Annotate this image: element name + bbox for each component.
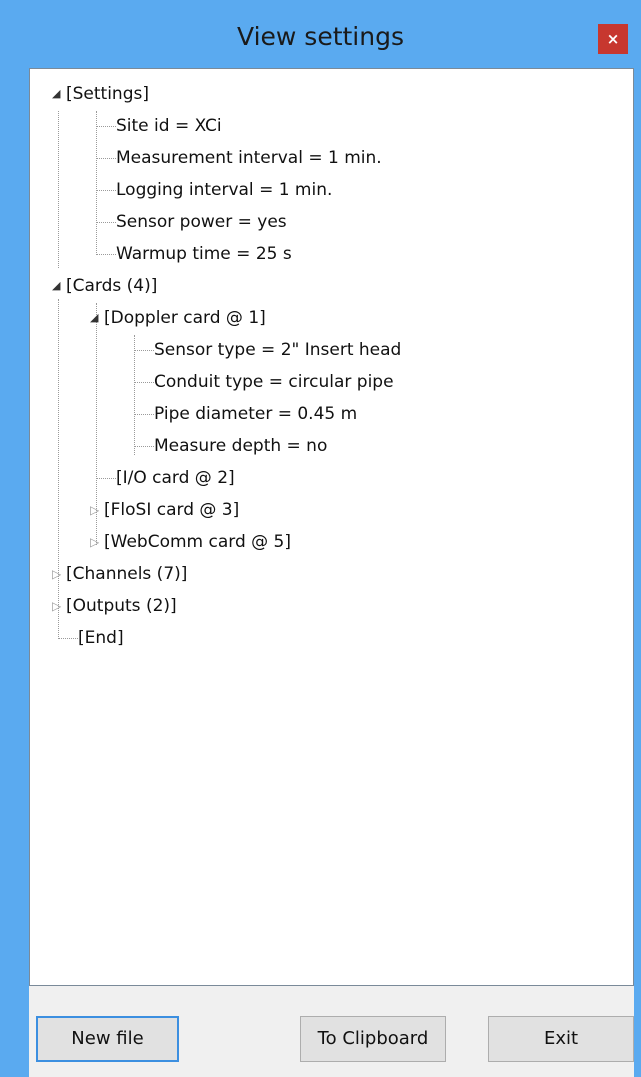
tree-branch: [96, 254, 116, 255]
tree-node-end[interactable]: [End]: [78, 622, 124, 654]
tree-branch: [134, 414, 154, 415]
tree-branch: [134, 382, 154, 383]
tree-line-settings: [58, 111, 59, 268]
tree-leaf[interactable]: Sensor type = 2" Insert head: [154, 334, 401, 366]
tree-leaf[interactable]: Warmup time = 25 s: [116, 238, 292, 270]
tree-branch: [96, 158, 116, 159]
tree-leaf[interactable]: Pipe diameter = 0.45 m: [154, 398, 357, 430]
tree-branch: [134, 350, 154, 351]
tree-node-label: [Channels (7)]: [66, 564, 188, 584]
tree-node-doppler-card[interactable]: [Doppler card @ 1]: [104, 302, 266, 334]
tree-branch: [96, 222, 116, 223]
tree-node-label: [Settings]: [66, 84, 149, 104]
title-bar[interactable]: View settings ×: [0, 0, 641, 68]
tree-leaf-label: Sensor power = yes: [116, 212, 287, 232]
tree-branch: [134, 446, 154, 447]
window-title: View settings: [237, 22, 404, 51]
tree-node-settings[interactable]: [Settings]: [66, 78, 149, 110]
tree-leaf-label: Sensor type = 2" Insert head: [154, 340, 402, 360]
tree-node-label: [Outputs (2)]: [66, 596, 177, 616]
tree-node-cards[interactable]: [Cards (4)]: [66, 270, 157, 302]
tree-line-doppler-children: [134, 335, 135, 455]
tree-leaf-label: Measure depth = no: [154, 436, 328, 456]
new-file-button[interactable]: New file: [36, 1016, 179, 1062]
tree-node-outputs[interactable]: [Outputs (2)]: [66, 590, 177, 622]
expand-arrow-icon[interactable]: ◢: [52, 78, 60, 110]
tree-leaf[interactable]: Site id = XCi: [116, 110, 222, 142]
tree-leaf[interactable]: Logging interval = 1 min.: [116, 174, 332, 206]
collapsed-arrow-icon[interactable]: ▷: [52, 590, 61, 622]
tree-leaf-label: Conduit type = circular pipe: [154, 372, 394, 392]
tree-leaf-label: Measurement interval = 1 min.: [116, 148, 382, 168]
tree-node-label: [I/O card @ 2]: [116, 468, 235, 488]
tree-node-webcomm-card[interactable]: [WebComm card @ 5]: [104, 526, 291, 558]
tree-node-label: [Cards (4)]: [66, 276, 158, 296]
tree-branch: [96, 126, 116, 127]
tree-node-label: [FloSI card @ 3]: [104, 500, 240, 520]
tree-line-settings-children: [96, 111, 97, 255]
collapsed-arrow-icon[interactable]: ▷: [90, 494, 99, 526]
tree-leaf-label: Logging interval = 1 min.: [116, 180, 333, 200]
tree-node-label: [WebComm card @ 5]: [104, 532, 291, 552]
tree-node-flosi-card[interactable]: [FloSI card @ 3]: [104, 494, 239, 526]
tree-node-io-card[interactable]: [I/O card @ 2]: [116, 462, 235, 494]
tree-node-label: [End]: [78, 628, 124, 648]
tree-branch: [96, 478, 116, 479]
button-bar: New file To Clipboard Exit: [29, 986, 634, 1077]
settings-tree[interactable]: ◢ [Settings] Site id = XCi Measurement i…: [29, 68, 634, 986]
close-button[interactable]: ×: [598, 24, 628, 54]
tree-leaf[interactable]: Measure depth = no: [154, 430, 327, 462]
tree-leaf-label: Site id = XCi: [116, 116, 222, 136]
tree-branch: [96, 190, 116, 191]
tree-leaf-label: Warmup time = 25 s: [116, 244, 292, 264]
tree-leaf[interactable]: Conduit type = circular pipe: [154, 366, 394, 398]
exit-button[interactable]: Exit: [488, 1016, 634, 1062]
tree-leaf[interactable]: Measurement interval = 1 min.: [116, 142, 382, 174]
to-clipboard-button[interactable]: To Clipboard: [300, 1016, 446, 1062]
tree-node-label: [Doppler card @ 1]: [104, 308, 266, 328]
expand-arrow-icon[interactable]: ◢: [90, 302, 98, 334]
collapsed-arrow-icon[interactable]: ▷: [52, 558, 61, 590]
tree-node-channels[interactable]: [Channels (7)]: [66, 558, 187, 590]
tree-leaf-label: Pipe diameter = 0.45 m: [154, 404, 358, 424]
collapsed-arrow-icon[interactable]: ▷: [90, 526, 99, 558]
tree-leaf[interactable]: Sensor power = yes: [116, 206, 287, 238]
view-settings-window: View settings × ◢ [Settings] Site id = X…: [0, 0, 641, 1077]
tree-branch: [58, 638, 78, 639]
expand-arrow-icon[interactable]: ◢: [52, 270, 60, 302]
